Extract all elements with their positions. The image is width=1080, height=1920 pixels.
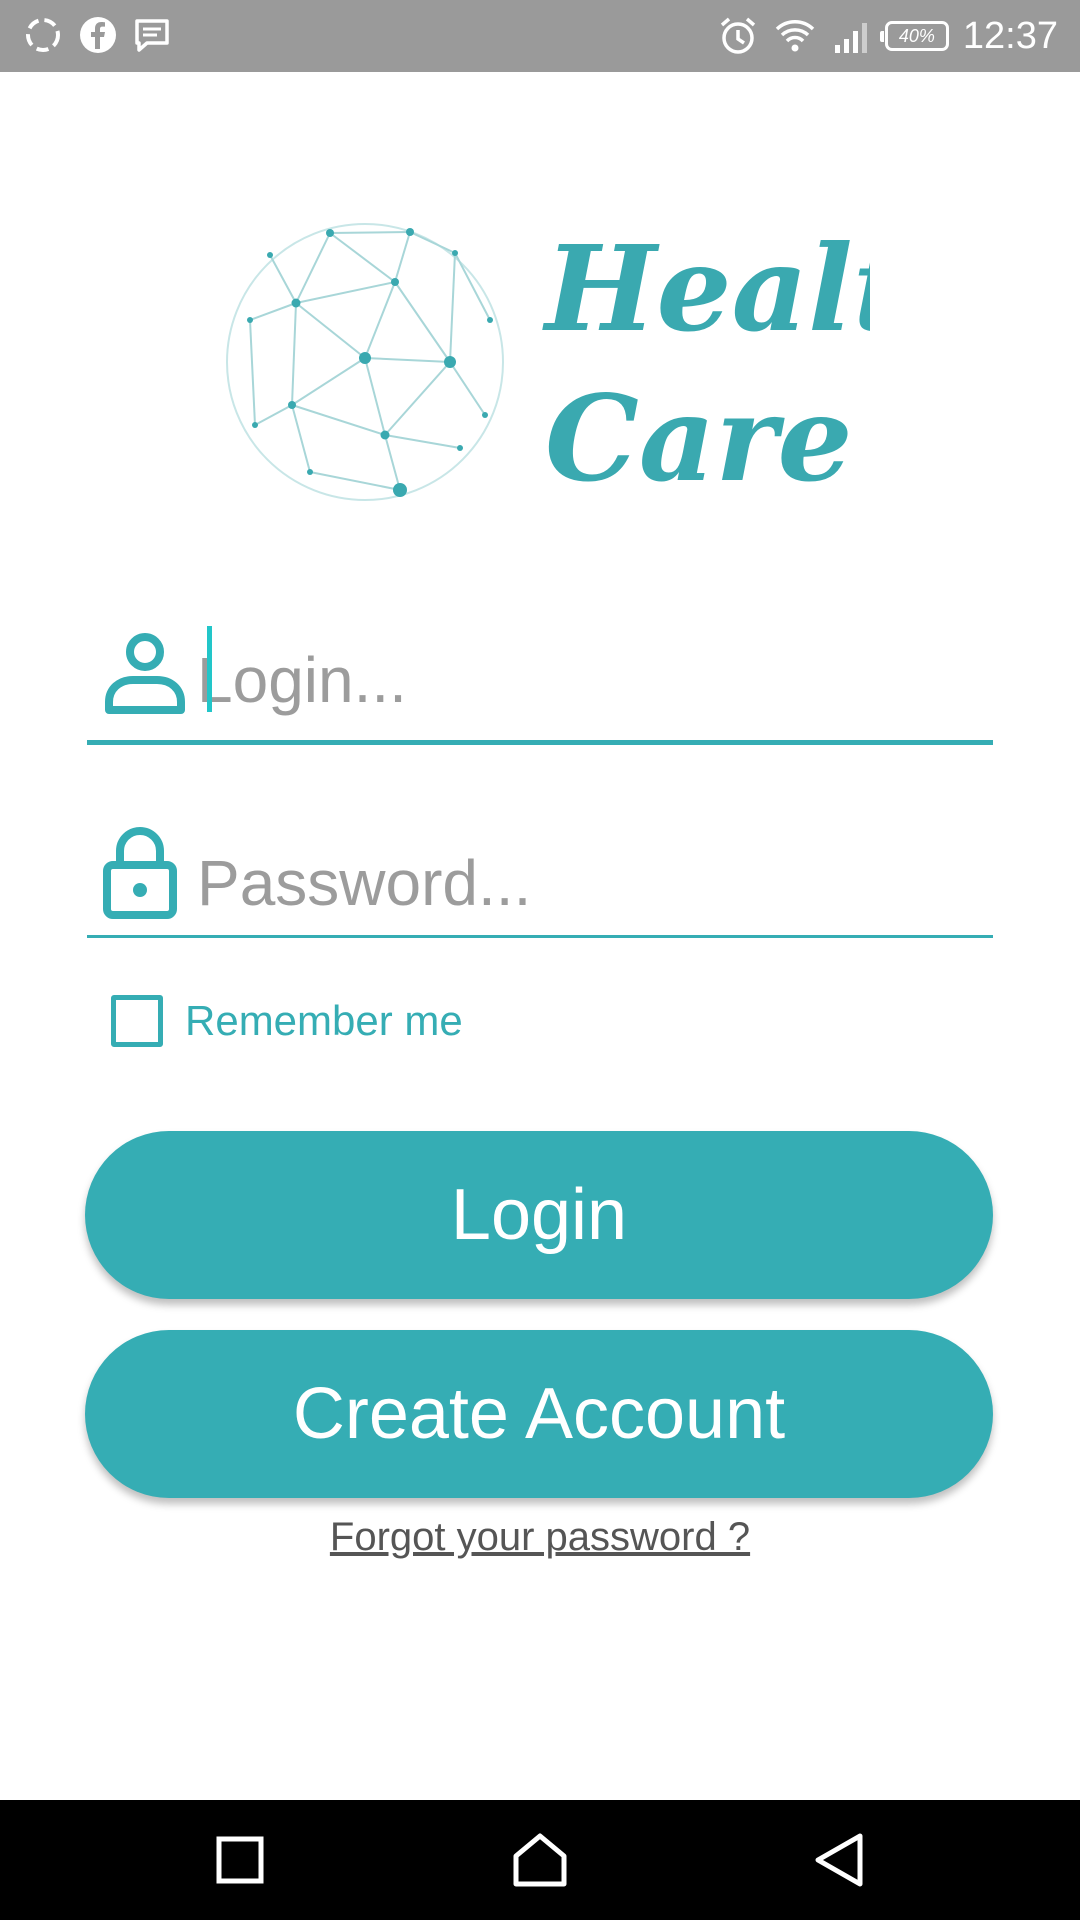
back-icon[interactable] — [810, 1830, 870, 1890]
alarm-icon — [720, 17, 756, 54]
navigation-bar — [0, 1800, 1080, 1920]
login-input[interactable] — [195, 636, 979, 724]
password-input[interactable] — [195, 839, 979, 927]
signal-icon — [834, 23, 867, 53]
status-right: 40% 12:37 — [717, 10, 1058, 62]
login-field — [87, 600, 993, 745]
remember-checkbox[interactable] — [111, 995, 163, 1047]
lock-icon — [103, 827, 177, 919]
remember-label: Remember me — [185, 997, 463, 1044]
create-account-button[interactable]: Create Account — [85, 1330, 993, 1498]
status-bar: 40% 12:37 — [0, 0, 1080, 72]
login-screen: 40% 12:37 Heal Care Login... Remember me… — [0, 0, 1080, 1920]
facebook-icon — [80, 17, 116, 53]
health-care-logo: Health Care — [226, 219, 870, 508]
sphere-nodes — [247, 228, 493, 497]
home-icon[interactable] — [510, 1830, 570, 1890]
battery-level: 40% — [898, 25, 935, 46]
recents-icon[interactable] — [210, 1830, 270, 1890]
sync-icon — [26, 18, 60, 52]
message-icon — [135, 19, 169, 52]
status-left — [22, 14, 172, 56]
text-cursor — [207, 626, 212, 712]
logo-text-line1: Health — [542, 219, 870, 358]
remember-me[interactable]: Remember me — [111, 995, 463, 1047]
battery-icon: 40% — [879, 21, 949, 51]
logo-text-line2: Care — [545, 369, 853, 508]
forgot-password-link[interactable]: Forgot your password ? — [0, 1515, 1080, 1560]
user-icon — [105, 633, 185, 714]
password-field — [87, 815, 993, 938]
status-time: 12:37 — [962, 15, 1058, 57]
login-button[interactable]: Login — [85, 1131, 993, 1299]
wifi-icon — [775, 20, 815, 52]
